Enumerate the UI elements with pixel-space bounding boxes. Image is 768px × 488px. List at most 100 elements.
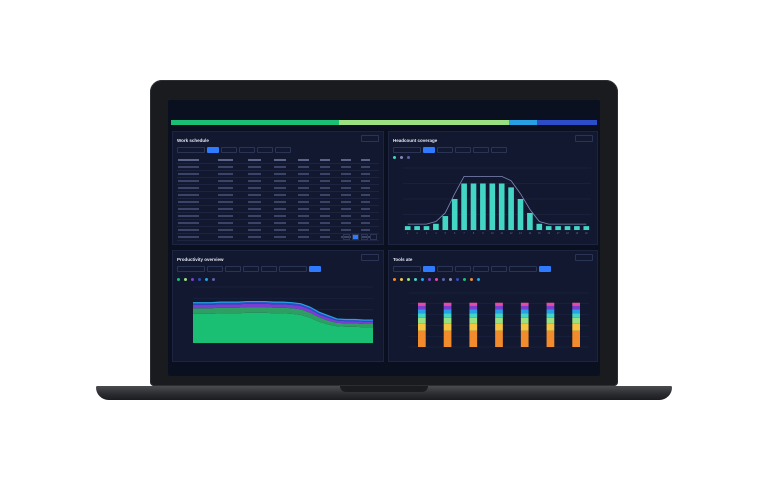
filter-chip-active[interactable] [207, 147, 219, 153]
bar-segment[interactable] [443, 309, 452, 314]
filter-chip-active[interactable] [423, 147, 435, 153]
bar-segment[interactable] [418, 323, 426, 331]
bar-segment[interactable] [469, 302, 478, 306]
bar-segment[interactable] [469, 309, 478, 314]
bar-segment[interactable] [495, 305, 503, 310]
bar-segment[interactable] [495, 313, 503, 318]
bar-segment[interactable] [546, 323, 555, 331]
filter-chip[interactable] [473, 266, 489, 272]
bar-segment[interactable] [418, 317, 426, 324]
filter-chip[interactable] [509, 266, 537, 272]
filter-chip[interactable] [275, 147, 291, 153]
bar[interactable] [451, 199, 458, 230]
bar[interactable] [536, 223, 543, 230]
bar-segment[interactable] [443, 317, 452, 324]
table-row[interactable] [177, 205, 379, 213]
panel-action-button[interactable] [575, 135, 593, 142]
bar[interactable] [527, 212, 533, 230]
bar-segment[interactable] [469, 305, 478, 310]
bar[interactable] [489, 183, 496, 231]
filter-chip[interactable] [207, 266, 223, 272]
filter-chip[interactable] [491, 147, 507, 153]
bar-segment[interactable] [443, 323, 452, 331]
filter-chip[interactable] [393, 147, 421, 153]
table-row[interactable] [177, 177, 379, 185]
bar[interactable] [517, 199, 524, 230]
bar[interactable] [583, 226, 590, 230]
bar-segment[interactable] [572, 317, 580, 324]
bar-segment[interactable] [520, 317, 529, 324]
bar[interactable] [508, 187, 514, 230]
bar-segment[interactable] [572, 302, 580, 306]
bar-segment[interactable] [443, 305, 452, 310]
panel-action-button[interactable] [575, 254, 593, 261]
bar[interactable] [414, 226, 420, 230]
table-row[interactable] [177, 226, 379, 234]
bar-segment[interactable] [469, 330, 478, 347]
bar-segment[interactable] [572, 330, 580, 347]
table-row[interactable] [177, 219, 379, 227]
filter-chip-active[interactable] [309, 266, 321, 272]
bar-segment[interactable] [546, 330, 555, 347]
bar-segment[interactable] [572, 309, 580, 314]
bar-segment[interactable] [520, 309, 529, 314]
panel-action-button[interactable] [361, 135, 379, 142]
filter-chip[interactable] [491, 266, 507, 272]
bar[interactable] [461, 183, 467, 231]
bar-segment[interactable] [572, 323, 580, 331]
bar[interactable] [404, 226, 411, 230]
filter-chip[interactable] [177, 266, 205, 272]
bar-segment[interactable] [418, 309, 426, 314]
bar-segment[interactable] [443, 302, 452, 306]
bar-segment[interactable] [546, 305, 555, 310]
table-row[interactable] [177, 198, 379, 206]
page-button[interactable] [370, 234, 377, 240]
panel-action-button[interactable] [361, 254, 379, 261]
bar-segment[interactable] [495, 317, 503, 324]
bar-segment[interactable] [520, 305, 529, 310]
bar[interactable] [470, 183, 477, 231]
filter-chip[interactable] [473, 147, 489, 153]
table-row[interactable] [177, 170, 379, 178]
filter-chip[interactable] [455, 147, 471, 153]
bar[interactable] [442, 216, 449, 230]
bar-segment[interactable] [520, 323, 529, 331]
filter-chip[interactable] [437, 266, 453, 272]
bar[interactable] [574, 226, 580, 230]
filter-chip-active[interactable] [423, 266, 435, 272]
bar[interactable] [498, 183, 505, 231]
table-row[interactable] [177, 212, 379, 220]
bar-segment[interactable] [443, 330, 452, 347]
filter-chip[interactable] [437, 147, 453, 153]
filter-chip[interactable] [221, 147, 237, 153]
bar-segment[interactable] [546, 302, 555, 306]
bar-segment[interactable] [418, 330, 426, 347]
bar-segment[interactable] [572, 305, 580, 310]
bar[interactable] [564, 226, 571, 230]
bar[interactable] [423, 226, 430, 230]
bar[interactable] [480, 183, 486, 231]
bar-segment[interactable] [418, 302, 426, 306]
bar-segment[interactable] [443, 313, 452, 318]
bar-segment[interactable] [495, 302, 503, 306]
bar-segment[interactable] [495, 323, 503, 331]
bar-segment[interactable] [469, 323, 478, 331]
filter-chip[interactable] [257, 147, 273, 153]
bar-segment[interactable] [495, 309, 503, 314]
bar-segment[interactable] [546, 309, 555, 314]
filter-chip-active[interactable] [539, 266, 551, 272]
bar-segment[interactable] [469, 313, 478, 318]
filter-chip[interactable] [225, 266, 241, 272]
bar-segment[interactable] [418, 305, 426, 310]
bar-segment[interactable] [546, 313, 555, 318]
table-row[interactable] [177, 163, 379, 171]
bar[interactable] [433, 223, 439, 230]
page-button[interactable] [343, 234, 350, 240]
filter-chip[interactable] [279, 266, 307, 272]
bar-segment[interactable] [469, 317, 478, 324]
filter-chip[interactable] [243, 266, 259, 272]
page-button-active[interactable] [352, 234, 359, 240]
bar-segment[interactable] [495, 330, 503, 347]
bar[interactable] [545, 226, 552, 230]
bar-segment[interactable] [418, 313, 426, 318]
